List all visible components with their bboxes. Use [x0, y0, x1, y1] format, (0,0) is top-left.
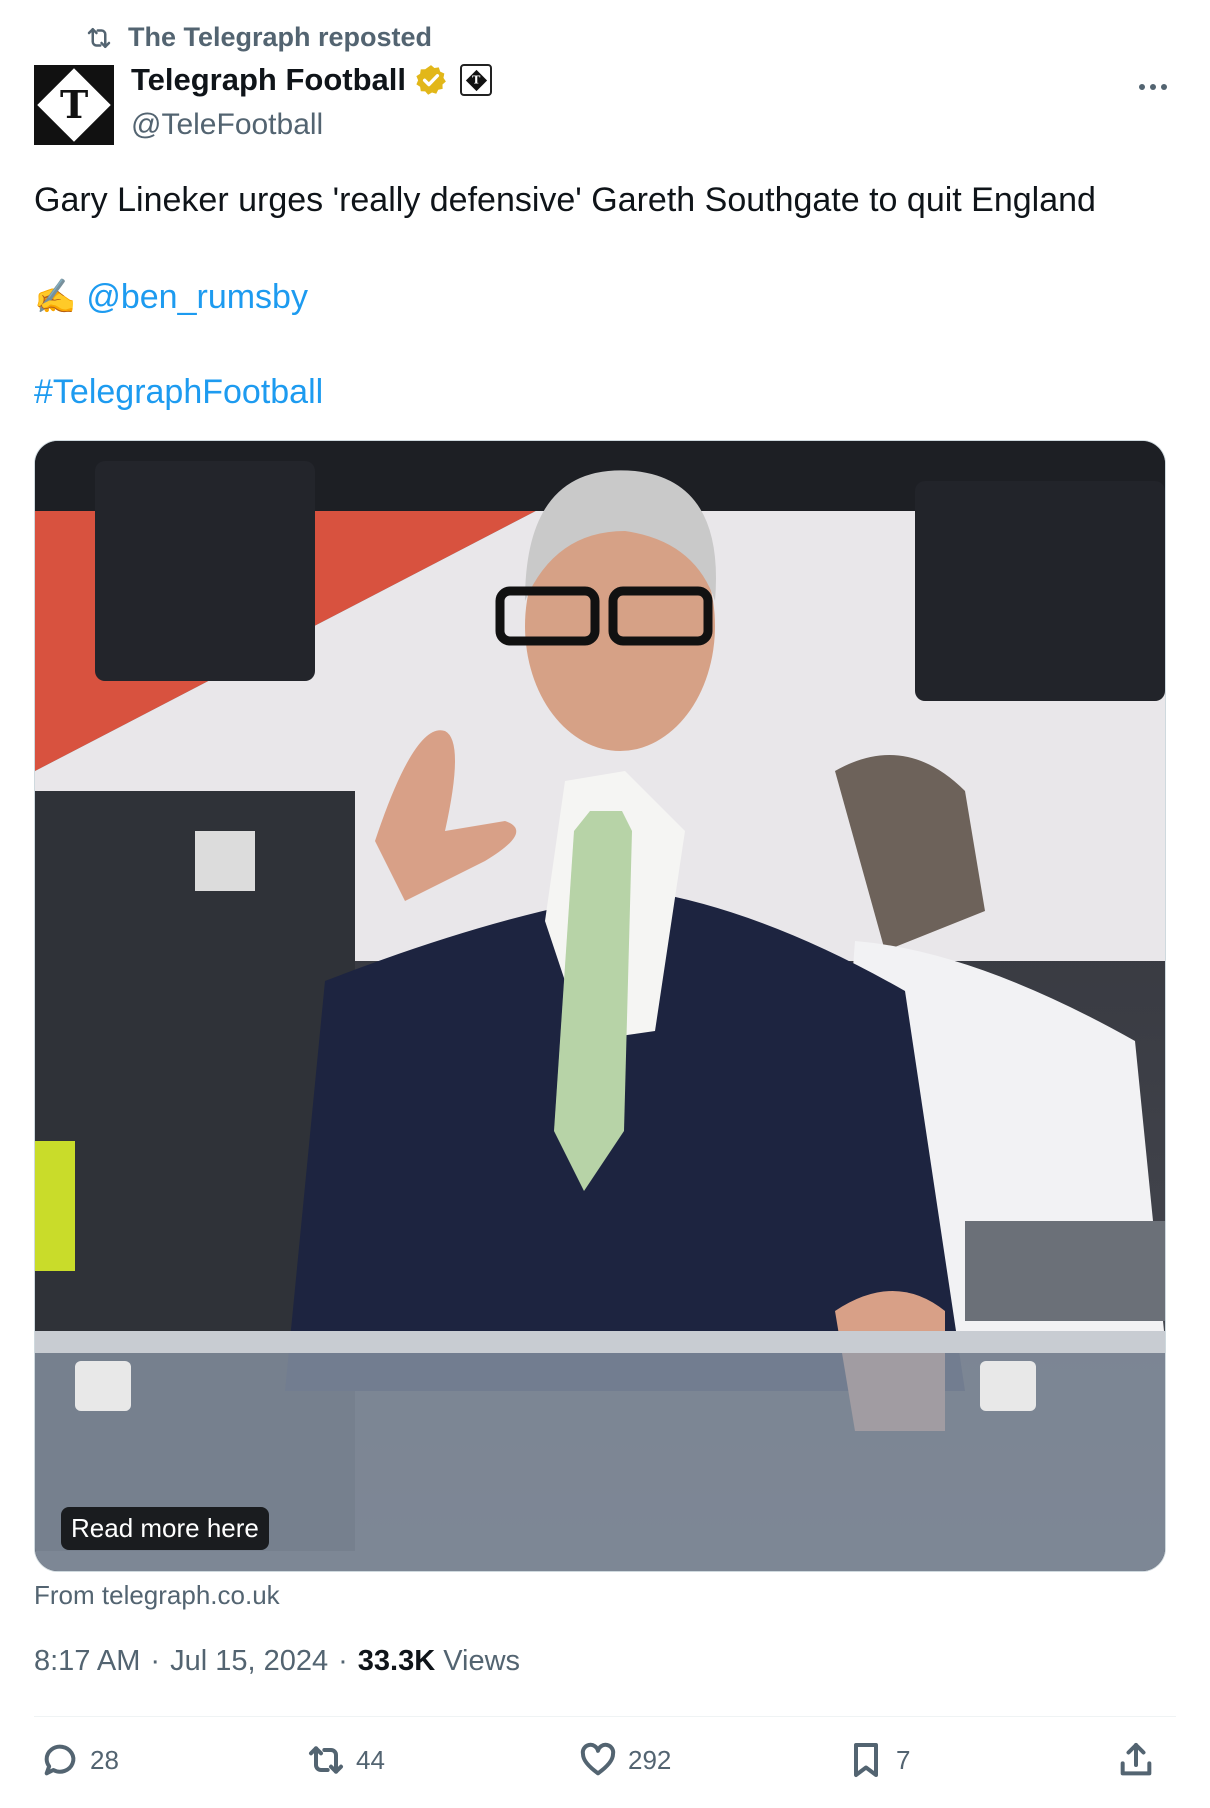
repost-count: 44: [356, 1744, 385, 1775]
tweet-time[interactable]: 8:17 AM: [34, 1645, 140, 1678]
mention-link[interactable]: @ben_rumsby: [86, 275, 308, 319]
repost-icon: [309, 1746, 343, 1774]
like-button[interactable]: 292: [578, 1740, 671, 1780]
link-source[interactable]: From telegraph.co.uk: [34, 1580, 280, 1611]
tweet-text: Gary Lineker urges 'really defensive' Ga…: [34, 181, 1096, 219]
share-icon: [1120, 1743, 1152, 1776]
photo-illustration: [35, 441, 1165, 1571]
link-card-image[interactable]: Read more here: [34, 440, 1166, 1572]
repost-icon: [87, 27, 111, 48]
views-label: Views: [443, 1645, 521, 1677]
tweet-date[interactable]: Jul 15, 2024: [170, 1645, 328, 1678]
avatar-logo: T: [59, 82, 89, 127]
author-name-row: Telegraph Football T: [131, 62, 492, 98]
avatar[interactable]: T: [34, 65, 114, 145]
reply-count: 28: [90, 1744, 119, 1775]
repost-label: The Telegraph reposted: [128, 22, 433, 52]
hashtag-link[interactable]: #TelegraphFootball: [34, 370, 323, 414]
repost-button[interactable]: 44: [306, 1740, 385, 1780]
tweet-mention-line: ✍️ @ben_rumsby: [34, 275, 308, 319]
views-count: 33.3K: [357, 1645, 436, 1677]
repost-header[interactable]: The Telegraph reposted: [82, 22, 432, 53]
reply-icon: [44, 1744, 76, 1776]
verified-badge-icon[interactable]: [414, 63, 448, 97]
reply-button[interactable]: 28: [40, 1740, 119, 1780]
heart-icon: [580, 1742, 616, 1776]
display-name[interactable]: Telegraph Football: [131, 62, 406, 98]
affiliate-badge-icon[interactable]: T: [460, 64, 492, 96]
tweet-meta: 8:17 AM · Jul 15, 2024 · 33.3K Views: [34, 1645, 521, 1678]
share-button[interactable]: [1116, 1740, 1156, 1780]
divider: [34, 1716, 1176, 1717]
bookmark-count: 7: [896, 1744, 911, 1775]
action-bar: 28 44 292 7: [0, 1740, 1210, 1790]
tweet: The Telegraph reposted T Telegraph Footb…: [0, 0, 1210, 1808]
like-count: 292: [628, 1744, 672, 1775]
bookmark-button[interactable]: 7: [846, 1740, 910, 1780]
author-handle[interactable]: @TeleFootball: [131, 108, 323, 142]
more-options-icon[interactable]: [1132, 66, 1174, 108]
writing-hand-icon: ✍️: [34, 278, 77, 316]
read-more-label[interactable]: Read more here: [61, 1507, 269, 1550]
bookmark-icon: [854, 1743, 878, 1777]
